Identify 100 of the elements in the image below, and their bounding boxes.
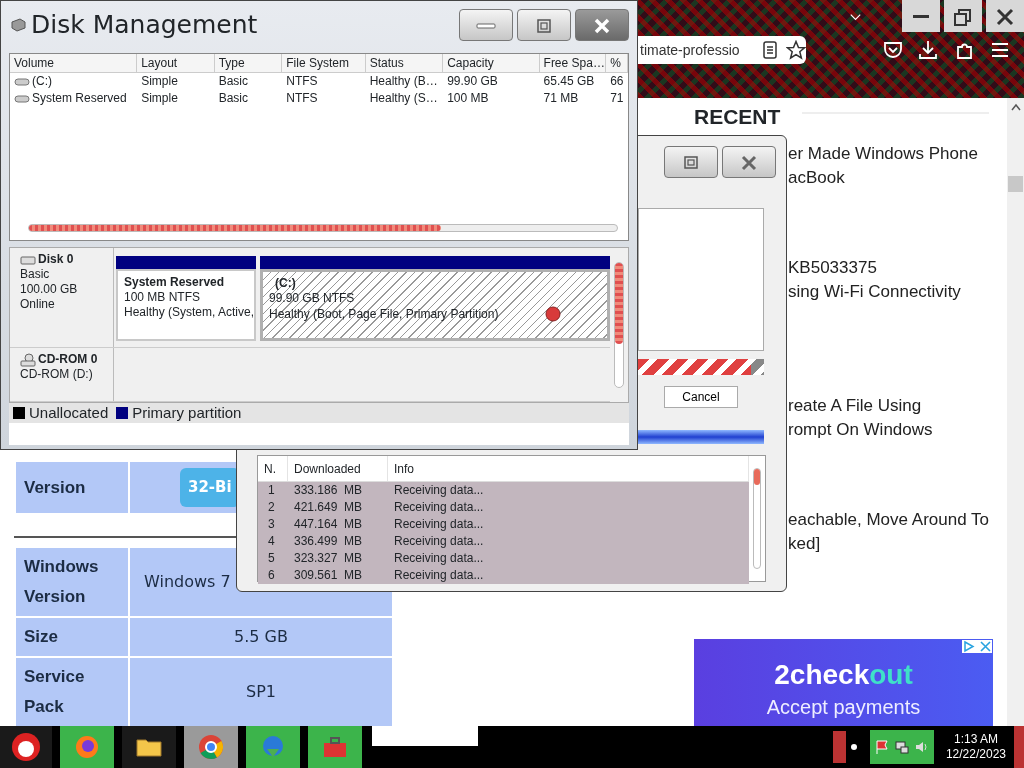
table-cell-text: Healthy (B… [368,73,439,90]
column-header[interactable]: Layout [137,54,215,72]
download-icon[interactable] [917,39,939,61]
article-link[interactable]: er Made Windows Phone [788,142,1007,166]
clock[interactable]: 1:13 AM 12/22/2023 [945,732,1006,762]
minimize-icon [476,22,496,29]
section-heading: RECENT [694,104,781,128]
article-link[interactable]: reate A File Using [788,394,1007,418]
table-cell-text: 5 [267,550,276,567]
maximize-button[interactable] [517,9,571,41]
partition[interactable]: System Reserved 100 MB NTFS Healthy (System, Active, [116,269,256,341]
table-cell-text: Receiving data... [393,567,485,584]
ad-info-icon[interactable] [962,640,975,653]
article-link[interactable]: eachable, Move Around To [788,508,1007,532]
dot-icon[interactable] [849,743,858,751]
table-cell-text: Receiving data... [393,482,485,499]
window-title: Disk Management [31,9,258,42]
spec-label: Version [15,461,129,514]
legend-label: Unallocated [29,402,109,423]
partition-name: (C:) [274,276,296,291]
reader-view-icon[interactable] [762,41,778,59]
scrollbar-thumb[interactable] [1008,176,1023,192]
flag-icon[interactable] [873,739,890,755]
clock-time: 1:13 AM [952,732,999,747]
tray-highlight [832,731,846,763]
column-header[interactable]: Capacity [443,54,540,72]
table-cell-text: 100 MB [446,90,490,107]
table-cell-text: 71 [609,90,625,107]
ad-banner[interactable]: 2checkout Accept payments [694,639,993,726]
address-bar[interactable]: timate-professio [638,36,806,64]
restore-button[interactable] [944,0,982,32]
column-header[interactable]: Free Spa… [539,54,607,72]
spec-value: 5.5 GB [129,617,393,657]
table-cell: (C:) [32,73,52,90]
network-icon[interactable] [893,739,910,755]
column-header[interactable]: Status [365,54,444,72]
table-cell-text: Basic [217,90,249,107]
close-icon[interactable] [979,640,992,653]
close-icon [995,6,1015,27]
partition-name: System Reserved [124,275,225,290]
column-header[interactable]: Volume [10,54,138,72]
drive-icon [14,76,30,87]
star-icon[interactable] [786,40,806,60]
partition-status: Healthy (System, Active, [124,305,254,320]
table-cell-text: Receiving data... [393,499,485,516]
spec-label: Windows Version [15,547,129,617]
article-link[interactable]: rompt On Windows [788,418,1007,442]
table-cell-text: 3 [267,516,276,533]
close-button[interactable] [722,146,776,178]
restore-icon [953,6,973,27]
firefox-icon [73,733,101,761]
cancel-button[interactable]: Cancel [664,386,738,408]
table-cell-text: 333.186 MB [293,482,364,499]
column-header[interactable]: % [606,54,628,72]
table-cell-text: Receiving data... [393,533,485,550]
table-cell-text: Simple [140,90,179,107]
minimize-icon [913,15,929,19]
table-cell-text: 71 MB [542,90,580,107]
minimize-button[interactable] [902,0,940,32]
table-cell-text: 2 [267,499,276,516]
ad-title: 2checkout [773,659,914,691]
start-button[interactable] [0,726,52,768]
article-link[interactable]: ked] [788,532,1007,556]
table-cell-text: Receiving data... [393,550,485,567]
chrome-icon [197,733,225,761]
article-link[interactable]: sing Wi-Fi Connectivity [788,280,1007,304]
url-text: timate-professio [640,40,741,60]
table-cell-text: 65.45 GB [542,73,596,90]
drive-icon [14,93,30,104]
table-cell-text: NTFS [285,90,319,107]
table-cell-text: 421.649 MB [293,499,364,516]
close-button[interactable] [986,0,1024,32]
close-button[interactable] [575,9,629,41]
spec-value: SP1 [129,657,393,727]
scroll-up-icon[interactable] [1009,102,1022,112]
pocket-icon[interactable] [882,39,904,61]
partition-status: Healthy (Boot, Page File, Primary Partition) [269,306,499,322]
article-link[interactable]: acBook [788,166,1007,190]
clock-date: 12/22/2023 [945,747,1006,762]
taskbar-button[interactable] [122,726,176,768]
column-header: Info [388,456,749,481]
column-header[interactable]: Type [214,54,283,72]
partition[interactable]: (C:) 99.90 GB NTFS Healthy (Boot, Page File, Primary Partition) [260,269,610,341]
column-header[interactable]: File System [282,54,366,72]
start-icon [10,731,42,763]
table-cell-text: 309.561 MB [293,567,364,584]
maximize-button[interactable] [664,146,718,178]
minimize-button[interactable] [459,9,513,41]
tray-highlight [1014,726,1024,768]
ad-tagline: Accept payments [765,695,922,719]
article-link[interactable]: KB5033375 [788,256,1007,280]
partition-size: 99.90 GB NTFS [269,291,356,306]
close-icon [739,154,759,171]
column-header: Downloaded [288,456,388,481]
disk-detail: CD-ROM (D:) [20,367,94,382]
table-cell-text: 447.164 MB [293,516,364,533]
table-cell-text: 66 [609,73,625,90]
cd-drive-icon [20,352,36,367]
table-cell-text: 6 [267,567,276,584]
disk-detail: Basic [20,267,51,282]
